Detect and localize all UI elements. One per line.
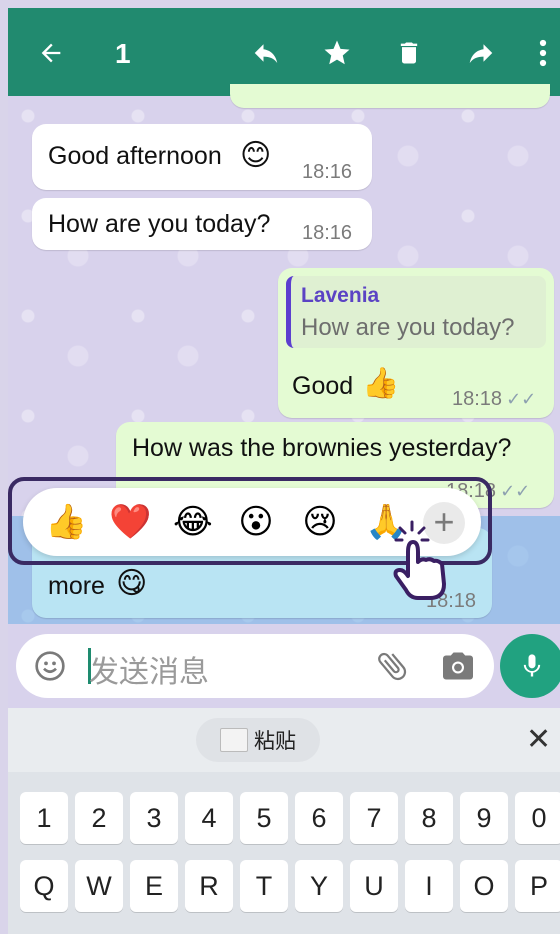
read-ticks-icon: ✓✓ (506, 389, 537, 409)
key-y[interactable]: Y (295, 860, 343, 912)
smile-emoji-icon: 😊 (240, 139, 272, 172)
clipboard-thumbnail-icon (220, 728, 248, 752)
key-7[interactable]: 7 (350, 792, 398, 844)
close-icon[interactable]: ✕ (526, 722, 551, 757)
pointer-hand-icon (390, 518, 460, 607)
key-5[interactable]: 5 (240, 792, 288, 844)
message-time: 18:18 ✓✓ (452, 388, 537, 410)
mic-button[interactable] (500, 634, 560, 698)
yum-emoji-icon: 😋 (116, 567, 148, 600)
quoted-text: How are you today? (301, 314, 515, 341)
key-1[interactable]: 1 (20, 792, 68, 844)
key-q[interactable]: Q (20, 860, 68, 912)
key-8[interactable]: 8 (405, 792, 453, 844)
keyboard-toolbar: 粘贴 ✕ (8, 708, 560, 772)
message-text: How are you today? (48, 210, 271, 238)
message-bubble-incoming[interactable]: How are you today? 18:16 (32, 198, 372, 250)
message-composer: 发送消息 (16, 634, 494, 698)
key-w[interactable]: W (75, 860, 123, 912)
message-text: Good (292, 372, 354, 400)
mic-icon (523, 654, 541, 677)
key-o[interactable]: O (460, 860, 508, 912)
key-6[interactable]: 6 (295, 792, 343, 844)
message-time: 18:16 (302, 222, 353, 244)
forward-icon[interactable] (466, 38, 496, 68)
key-i[interactable]: I (405, 860, 453, 912)
message-bubble-incoming[interactable]: Good afternoon 😊 18:16 (32, 124, 372, 190)
attach-icon[interactable] (374, 648, 410, 689)
read-ticks-icon: ✓✓ (500, 481, 531, 501)
emoji-icon[interactable] (34, 650, 66, 687)
thumbs-up-emoji-icon: 👍 (362, 367, 400, 400)
message-bubble-outgoing-reply[interactable]: Lavenia How are you today? Good 👍 18:18 ✓… (278, 268, 554, 418)
key-r[interactable]: R (185, 860, 233, 912)
selected-count: 1 (115, 38, 131, 69)
key-p[interactable]: P (515, 860, 560, 912)
message-text-fragment: more (48, 572, 105, 600)
selection-toolbar: 1 (8, 8, 560, 96)
key-9[interactable]: 9 (460, 792, 508, 844)
key-e[interactable]: E (130, 860, 178, 912)
camera-icon[interactable] (440, 648, 476, 689)
message-bubble-partial[interactable] (230, 84, 550, 108)
chat-screen: 1 Good afternoon 😊 18:16 How are you tod… (8, 8, 560, 934)
key-2[interactable]: 2 (75, 792, 123, 844)
reply-icon[interactable] (251, 38, 281, 68)
more-vert-icon[interactable] (528, 38, 558, 68)
message-text: Good afternoon (48, 142, 222, 170)
star-icon[interactable] (322, 38, 352, 68)
key-t[interactable]: T (240, 860, 288, 912)
back-arrow-icon[interactable] (36, 38, 66, 68)
key-0[interactable]: 0 (515, 792, 560, 844)
message-time: 18:16 (302, 161, 353, 183)
keyboard: 粘贴 ✕ 1 2 3 4 5 6 7 8 9 0 Q W E R T Y U I… (8, 708, 560, 934)
key-3[interactable]: 3 (130, 792, 178, 844)
paste-button[interactable]: 粘贴 (196, 718, 320, 762)
quoted-author: Lavenia (301, 284, 380, 307)
quoted-message[interactable]: Lavenia How are you today? (286, 276, 546, 348)
trash-icon[interactable] (394, 38, 424, 68)
key-4[interactable]: 4 (185, 792, 233, 844)
paste-label: 粘贴 (254, 730, 296, 753)
message-input[interactable]: 发送消息 (89, 647, 209, 691)
key-u[interactable]: U (350, 860, 398, 912)
message-text: How was the brownies yesterday? (132, 434, 512, 462)
